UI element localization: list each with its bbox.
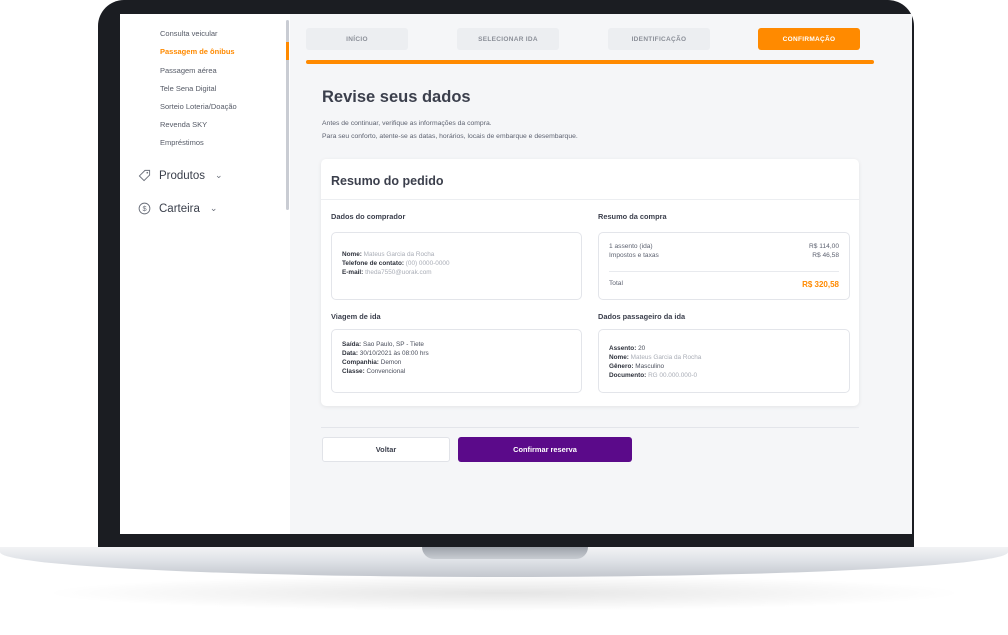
passenger-box: Assento: 20 Nome: Mateus Garcia da Rocha… (598, 329, 850, 393)
trip-departure: Saída: Sao Paulo, SP - Tiete (342, 341, 424, 348)
trip-company: Companhia: Demon (342, 359, 402, 366)
laptop-screen: Consulta veicular Passagem de ônibus Pas… (120, 14, 912, 534)
buyer-box: Nome: Mateus Garcia da Rocha Telefone de… (331, 232, 582, 300)
page-title: Revise seus dados (322, 88, 471, 106)
passenger-heading: Dados passageiro da ida (598, 312, 686, 321)
card-title: Resumo do pedido (331, 174, 444, 188)
purchase-heading: Resumo da compra (598, 212, 667, 221)
order-summary-card: Resumo do pedido Dados do comprador Nome… (321, 159, 859, 406)
buyer-phone: Telefone de contato: (00) 0000-0000 (342, 260, 450, 267)
sidebar-item-emprestimos[interactable]: Empréstimos (160, 138, 204, 147)
main-content: INÍCIO SELECIONAR IDA IDENTIFICAÇÃO CONF… (290, 14, 912, 534)
sidebar-item-sorteio-loteria[interactable]: Sorteio Loteria/Doação (160, 102, 237, 111)
buyer-name: Nome: Mateus Garcia da Rocha (342, 251, 435, 258)
trip-box: Saída: Sao Paulo, SP - Tiete Data: 30/10… (331, 329, 582, 393)
passenger-name: Nome: Mateus Garcia da Rocha (609, 354, 702, 361)
checkout-steps: INÍCIO SELECIONAR IDA IDENTIFICAÇÃO CONF… (306, 28, 872, 50)
progress-bar (306, 60, 874, 64)
back-button[interactable]: Voltar (322, 437, 450, 462)
buyer-heading: Dados do comprador (331, 212, 406, 221)
trip-heading: Viagem de ida (331, 312, 381, 321)
step-confirmacao[interactable]: CONFIRMAÇÃO (758, 28, 860, 50)
step-identificacao[interactable]: IDENTIFICAÇÃO (608, 28, 710, 50)
tag-icon (138, 169, 151, 182)
actions-divider (321, 427, 859, 428)
laptop-shadow (40, 575, 968, 611)
active-item-indicator (286, 42, 289, 60)
purchase-row: Impostos e taxas R$ 46,58 (609, 252, 839, 259)
intro-text: Antes de continuar, verifique as informa… (322, 120, 492, 127)
buyer-email: E-mail: theda7550@uorak.com (342, 269, 432, 276)
step-selecionar-ida[interactable]: SELECIONAR IDA (457, 28, 559, 50)
sidebar: Consulta veicular Passagem de ônibus Pas… (120, 14, 290, 534)
sidebar-item-passagem-onibus[interactable]: Passagem de ônibus (160, 47, 235, 56)
trip-date: Data: 30/10/2021 às 08:00 hrs (342, 350, 429, 357)
passenger-document: Documento: RG 00.000.000-0 (609, 372, 698, 379)
purchase-box: 1 assento (ida) R$ 114,00 Impostos e taxa… (598, 232, 850, 300)
intro-text: Para seu conforto, atente-se as datas, h… (322, 133, 578, 140)
sidebar-item-label: Produtos (159, 169, 206, 182)
passenger-gender: Gênero: Masculino (609, 363, 665, 370)
sidebar-item-carteira[interactable]: $ Carteira ⌄ (138, 202, 217, 215)
step-inicio[interactable]: INÍCIO (306, 28, 408, 50)
purchase-row: 1 assento (ida) R$ 114,00 (609, 243, 839, 250)
sidebar-item-consulta-veicular[interactable]: Consulta veicular (160, 29, 218, 38)
sidebar-item-produtos[interactable]: Produtos ⌄ (138, 169, 223, 182)
svg-text:$: $ (142, 204, 146, 213)
trip-class: Classe: Convencional (342, 368, 406, 375)
coin-icon: $ (138, 202, 151, 215)
sidebar-item-label: Carteira (159, 202, 200, 215)
purchase-total: Total R$ 320,58 (609, 280, 839, 289)
laptop-notch (422, 547, 588, 559)
confirm-reservation-button[interactable]: Confirmar reserva (458, 437, 632, 462)
sidebar-item-tele-sena[interactable]: Tele Sena Digital (160, 84, 216, 93)
sidebar-item-revenda-sky[interactable]: Revenda SKY (160, 120, 207, 129)
chevron-down-icon: ⌄ (209, 203, 218, 213)
passenger-seat: Assento: 20 (609, 345, 646, 352)
chevron-down-icon: ⌄ (215, 170, 223, 180)
divider (609, 271, 839, 272)
divider (321, 199, 859, 200)
sidebar-item-passagem-aerea[interactable]: Passagem aérea (160, 66, 217, 75)
